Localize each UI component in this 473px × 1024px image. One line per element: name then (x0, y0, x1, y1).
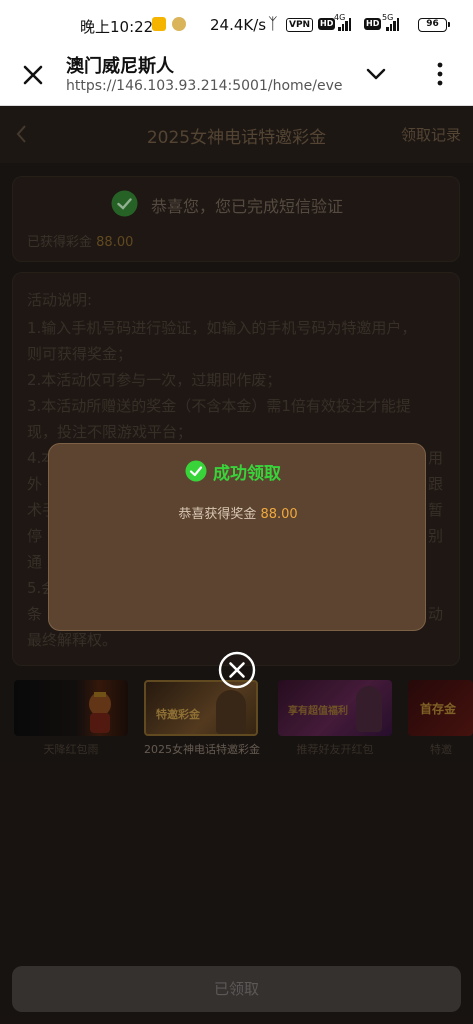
page-title: 澳门威尼斯人 (66, 56, 174, 77)
net-speed: 24.4K/s (210, 16, 267, 34)
dialog-message: 恭喜获得奖金 88.00 (49, 503, 427, 522)
signal-icon (386, 17, 399, 31)
bluetooth-icon: ᛉ (268, 14, 278, 33)
close-circle-icon[interactable] (218, 651, 256, 689)
browser-toolbar: 澳门威尼斯人 https://146.103.93.214:5001/home/… (0, 50, 473, 106)
battery-icon: 96 (418, 18, 450, 32)
notification-app-icon (172, 17, 186, 31)
dialog-amount: 88.00 (260, 507, 298, 522)
hd-badge: HD (318, 18, 336, 30)
hd-badge: HD (364, 18, 382, 30)
notification-app-icon (152, 17, 166, 31)
url-text[interactable]: https://146.103.93.214:5001/home/eve (66, 78, 342, 94)
signal-icon (338, 17, 351, 31)
success-dialog: 成功领取 恭喜获得奖金 88.00 (48, 443, 426, 631)
vpn-badge: VPN (286, 18, 314, 32)
more-vert-icon[interactable] (430, 60, 450, 88)
check-circle-icon (185, 460, 207, 482)
clock: 晚上10:22 (80, 18, 154, 36)
chevron-down-icon[interactable] (364, 62, 388, 86)
dialog-title: 成功领取 (213, 464, 281, 484)
close-icon[interactable] (18, 60, 48, 90)
dialog-message-text: 恭喜获得奖金 (178, 507, 257, 522)
status-bar: 晚上10:22 24.4K/s ᛉ VPN HD 4G HD 5G 96 (0, 0, 473, 50)
